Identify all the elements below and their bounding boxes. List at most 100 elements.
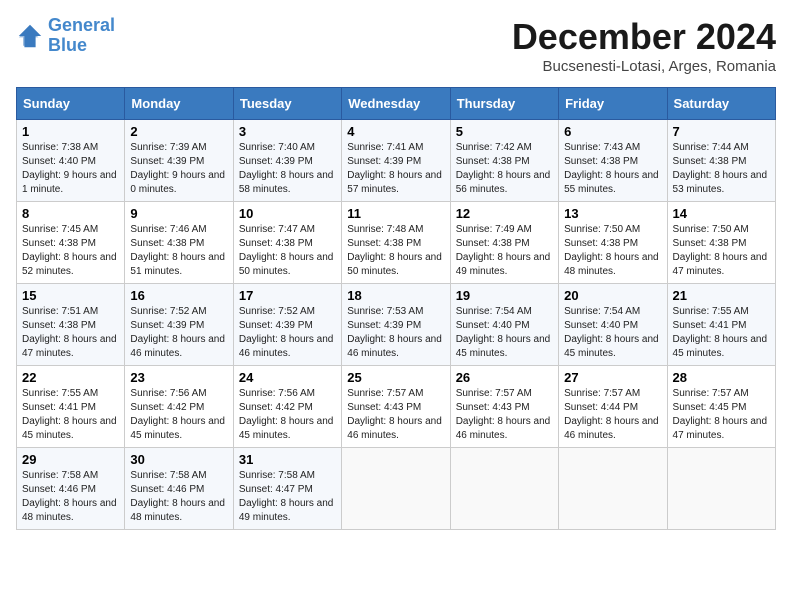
day-number: 26: [456, 370, 553, 385]
day-number: 29: [22, 452, 119, 467]
week-row-1: 1 Sunrise: 7:38 AMSunset: 4:40 PMDaylight…: [17, 120, 776, 202]
calendar-cell: [450, 448, 558, 530]
calendar-cell: 24 Sunrise: 7:56 AMSunset: 4:42 PMDayligh…: [233, 366, 341, 448]
header-day-friday: Friday: [559, 88, 667, 120]
calendar-cell: 27 Sunrise: 7:57 AMSunset: 4:44 PMDayligh…: [559, 366, 667, 448]
calendar-cell: 18Sunrise: 7:53 AMSunset: 4:39 PMDayligh…: [342, 284, 450, 366]
calendar-cell: 16 Sunrise: 7:52 AMSunset: 4:39 PMDayligh…: [125, 284, 233, 366]
day-number: 8: [22, 206, 119, 221]
day-number: 1: [22, 124, 119, 139]
day-info: Sunrise: 7:47 AMSunset: 4:38 PMDaylight:…: [239, 223, 336, 279]
day-number: 12: [456, 206, 553, 221]
calendar-cell: 14 Sunrise: 7:50 AMSunset: 4:38 PMDayligh…: [667, 202, 775, 284]
calendar-cell: 23 Sunrise: 7:56 AMSunset: 4:42 PMDayligh…: [125, 366, 233, 448]
day-info: Sunrise: 7:54 AMSunset: 4:40 PMDaylight:…: [456, 305, 553, 361]
header-day-monday: Monday: [125, 88, 233, 120]
day-number: 10: [239, 206, 336, 221]
day-info: Sunrise: 7:42 AMSunset: 4:38 PMDaylight:…: [456, 141, 553, 197]
calendar-table: SundayMondayTuesdayWednesdayThursdayFrid…: [16, 87, 776, 530]
day-info: Sunrise: 7:52 AMSunset: 4:39 PMDaylight:…: [239, 305, 336, 361]
day-number: 11: [347, 206, 444, 221]
day-number: 7: [673, 124, 770, 139]
day-number: 28: [673, 370, 770, 385]
calendar-cell: 29 Sunrise: 7:58 AMSunset: 4:46 PMDayligh…: [17, 448, 125, 530]
day-info: Sunrise: 7:46 AMSunset: 4:38 PMDaylight:…: [130, 223, 227, 279]
calendar-cell: 19Sunrise: 7:54 AMSunset: 4:40 PMDayligh…: [450, 284, 558, 366]
day-number: 6: [564, 124, 661, 139]
calendar-cell: 4Sunrise: 7:41 AMSunset: 4:39 PMDaylight…: [342, 120, 450, 202]
week-row-4: 22 Sunrise: 7:55 AMSunset: 4:41 PMDayligh…: [17, 366, 776, 448]
day-number: 14: [673, 206, 770, 221]
header-day-tuesday: Tuesday: [233, 88, 341, 120]
header-day-thursday: Thursday: [450, 88, 558, 120]
calendar-cell: 1 Sunrise: 7:38 AMSunset: 4:40 PMDaylight…: [17, 120, 125, 202]
calendar-cell: 12 Sunrise: 7:49 AMSunset: 4:38 PMDayligh…: [450, 202, 558, 284]
day-number: 22: [22, 370, 119, 385]
day-info: Sunrise: 7:54 AMSunset: 4:40 PMDaylight:…: [564, 305, 661, 361]
day-info: Sunrise: 7:57 AMSunset: 4:45 PMDaylight:…: [673, 387, 770, 443]
calendar-cell: 13 Sunrise: 7:50 AMSunset: 4:38 PMDayligh…: [559, 202, 667, 284]
calendar-cell: 20 Sunrise: 7:54 AMSunset: 4:40 PMDayligh…: [559, 284, 667, 366]
day-number: 20: [564, 288, 661, 303]
day-number: 15: [22, 288, 119, 303]
calendar-cell: 25Sunrise: 7:57 AMSunset: 4:43 PMDayligh…: [342, 366, 450, 448]
day-info: Sunrise: 7:50 AMSunset: 4:38 PMDaylight:…: [673, 223, 770, 279]
header-day-wednesday: Wednesday: [342, 88, 450, 120]
calendar-cell: 31Sunrise: 7:58 AMSunset: 4:47 PMDayligh…: [233, 448, 341, 530]
day-info: Sunrise: 7:44 AMSunset: 4:38 PMDaylight:…: [673, 141, 770, 197]
calendar-cell: 5 Sunrise: 7:42 AMSunset: 4:38 PMDaylight…: [450, 120, 558, 202]
calendar-title: December 2024: [512, 16, 776, 58]
day-number: 25: [347, 370, 444, 385]
calendar-cell: 9 Sunrise: 7:46 AMSunset: 4:38 PMDaylight…: [125, 202, 233, 284]
day-number: 27: [564, 370, 661, 385]
calendar-cell: 30 Sunrise: 7:58 AMSunset: 4:46 PMDayligh…: [125, 448, 233, 530]
day-info: Sunrise: 7:58 AMSunset: 4:47 PMDaylight:…: [239, 469, 336, 525]
calendar-cell: 22 Sunrise: 7:55 AMSunset: 4:41 PMDayligh…: [17, 366, 125, 448]
day-info: Sunrise: 7:56 AMSunset: 4:42 PMDaylight:…: [239, 387, 336, 443]
day-info: Sunrise: 7:50 AMSunset: 4:38 PMDaylight:…: [564, 223, 661, 279]
calendar-cell: 7 Sunrise: 7:44 AMSunset: 4:38 PMDaylight…: [667, 120, 775, 202]
calendar-body: 1 Sunrise: 7:38 AMSunset: 4:40 PMDaylight…: [17, 120, 776, 530]
day-info: Sunrise: 7:55 AMSunset: 4:41 PMDaylight:…: [22, 387, 119, 443]
day-number: 3: [239, 124, 336, 139]
day-info: Sunrise: 7:57 AMSunset: 4:44 PMDaylight:…: [564, 387, 661, 443]
calendar-cell: 11 Sunrise: 7:48 AMSunset: 4:38 PMDayligh…: [342, 202, 450, 284]
day-info: Sunrise: 7:52 AMSunset: 4:39 PMDaylight:…: [130, 305, 227, 361]
title-area: December 2024 Bucsenesti-Lotasi, Arges, …: [512, 16, 776, 75]
day-info: Sunrise: 7:58 AMSunset: 4:46 PMDaylight:…: [130, 469, 227, 525]
day-number: 24: [239, 370, 336, 385]
calendar-subtitle: Bucsenesti-Lotasi, Arges, Romania: [512, 58, 776, 75]
day-info: Sunrise: 7:48 AMSunset: 4:38 PMDaylight:…: [347, 223, 444, 279]
day-info: Sunrise: 7:57 AMSunset: 4:43 PMDaylight:…: [456, 387, 553, 443]
day-number: 16: [130, 288, 227, 303]
day-info: Sunrise: 7:40 AMSunset: 4:39 PMDaylight:…: [239, 141, 336, 197]
calendar-cell: 10 Sunrise: 7:47 AMSunset: 4:38 PMDayligh…: [233, 202, 341, 284]
calendar-cell: [667, 448, 775, 530]
day-number: 9: [130, 206, 227, 221]
day-number: 5: [456, 124, 553, 139]
week-row-2: 8 Sunrise: 7:45 AMSunset: 4:38 PMDaylight…: [17, 202, 776, 284]
calendar-cell: 26 Sunrise: 7:57 AMSunset: 4:43 PMDayligh…: [450, 366, 558, 448]
day-number: 2: [130, 124, 227, 139]
day-info: Sunrise: 7:53 AMSunset: 4:39 PMDaylight:…: [347, 305, 444, 361]
day-number: 13: [564, 206, 661, 221]
day-info: Sunrise: 7:38 AMSunset: 4:40 PMDaylight:…: [22, 141, 119, 197]
day-info: Sunrise: 7:39 AMSunset: 4:39 PMDaylight:…: [130, 141, 227, 197]
day-number: 30: [130, 452, 227, 467]
calendar-cell: [342, 448, 450, 530]
day-info: Sunrise: 7:56 AMSunset: 4:42 PMDaylight:…: [130, 387, 227, 443]
calendar-cell: 21 Sunrise: 7:55 AMSunset: 4:41 PMDayligh…: [667, 284, 775, 366]
day-number: 21: [673, 288, 770, 303]
calendar-cell: 3 Sunrise: 7:40 AMSunset: 4:39 PMDaylight…: [233, 120, 341, 202]
day-number: 23: [130, 370, 227, 385]
day-info: Sunrise: 7:58 AMSunset: 4:46 PMDaylight:…: [22, 469, 119, 525]
week-row-3: 15 Sunrise: 7:51 AMSunset: 4:38 PMDayligh…: [17, 284, 776, 366]
day-info: Sunrise: 7:45 AMSunset: 4:38 PMDaylight:…: [22, 223, 119, 279]
day-number: 17: [239, 288, 336, 303]
day-info: Sunrise: 7:55 AMSunset: 4:41 PMDaylight:…: [673, 305, 770, 361]
calendar-cell: 17 Sunrise: 7:52 AMSunset: 4:39 PMDayligh…: [233, 284, 341, 366]
day-info: Sunrise: 7:51 AMSunset: 4:38 PMDaylight:…: [22, 305, 119, 361]
logo: GeneralBlue: [16, 16, 115, 56]
day-info: Sunrise: 7:49 AMSunset: 4:38 PMDaylight:…: [456, 223, 553, 279]
logo-icon: [16, 22, 44, 50]
